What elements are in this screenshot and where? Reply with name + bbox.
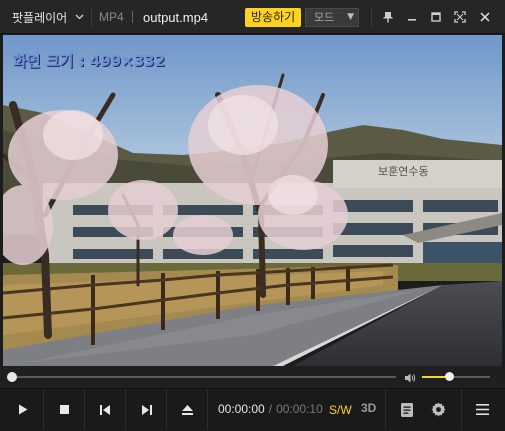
chevron-down-icon xyxy=(75,12,84,23)
menu-button[interactable] xyxy=(462,389,503,430)
time-separator: / xyxy=(268,402,273,416)
minimize-icon[interactable] xyxy=(402,7,422,27)
play-icon xyxy=(19,404,28,415)
volume-handle[interactable] xyxy=(445,372,455,381)
previous-button[interactable] xyxy=(85,389,126,430)
previous-icon xyxy=(99,404,110,415)
settings-icon xyxy=(431,402,446,417)
dropdown-arrow-icon: ▼ xyxy=(347,12,354,22)
menu-icon xyxy=(476,404,489,415)
broadcast-button[interactable]: 방송하기 xyxy=(245,8,302,27)
pin-icon[interactable] xyxy=(378,7,398,27)
sw-decoder-toggle[interactable]: S/W xyxy=(329,403,352,417)
file-name: output.mp4 xyxy=(143,10,209,25)
screen-size-osd: 화면 크기 : 499×332 xyxy=(13,52,166,70)
app-menu-button[interactable]: 팟플레이어 xyxy=(0,0,90,34)
seek-bar[interactable] xyxy=(12,376,396,378)
volume-icon[interactable] xyxy=(404,371,416,383)
seek-bar-area xyxy=(0,366,505,388)
title-bar: 팟플레이어 MP4 output.mp4 방송하기 모드 ▼ xyxy=(0,0,505,34)
divider xyxy=(371,7,372,27)
divider xyxy=(91,7,92,27)
eject-icon xyxy=(181,404,193,415)
seek-handle[interactable] xyxy=(7,372,17,382)
close-icon[interactable] xyxy=(475,7,495,27)
divider xyxy=(132,11,133,23)
play-button[interactable] xyxy=(3,389,44,430)
control-bar: 00:00:00/00:00:10 S/W 3D xyxy=(0,388,505,431)
eject-button[interactable] xyxy=(167,389,208,430)
building-sign: 보훈연수동 xyxy=(378,165,429,178)
stop-button[interactable] xyxy=(44,389,85,430)
mode-dropdown[interactable]: 모드 ▼ xyxy=(305,8,359,27)
stop-icon xyxy=(59,405,69,414)
video-scene: 보훈연수동 xyxy=(3,35,502,366)
total-time: 00:00:10 xyxy=(276,402,323,416)
mode-label: 모드 xyxy=(314,11,335,24)
3d-toggle[interactable]: 3D xyxy=(361,401,376,415)
settings-button[interactable] xyxy=(418,389,459,430)
app-menu-label: 팟플레이어 xyxy=(12,10,68,25)
playlist-icon xyxy=(400,402,413,417)
fullscreen-icon[interactable] xyxy=(450,7,470,27)
next-button[interactable] xyxy=(126,389,167,430)
volume-slider[interactable] xyxy=(422,376,490,378)
video-frame[interactable]: 보훈연수동 화면 크기: 499×332 xyxy=(3,35,502,366)
current-time: 00:00:00 xyxy=(218,402,265,416)
next-icon xyxy=(141,404,152,415)
time-display: 00:00:00/00:00:10 xyxy=(218,402,323,416)
maximize-icon[interactable] xyxy=(426,7,446,27)
format-label: MP4 xyxy=(99,10,124,24)
